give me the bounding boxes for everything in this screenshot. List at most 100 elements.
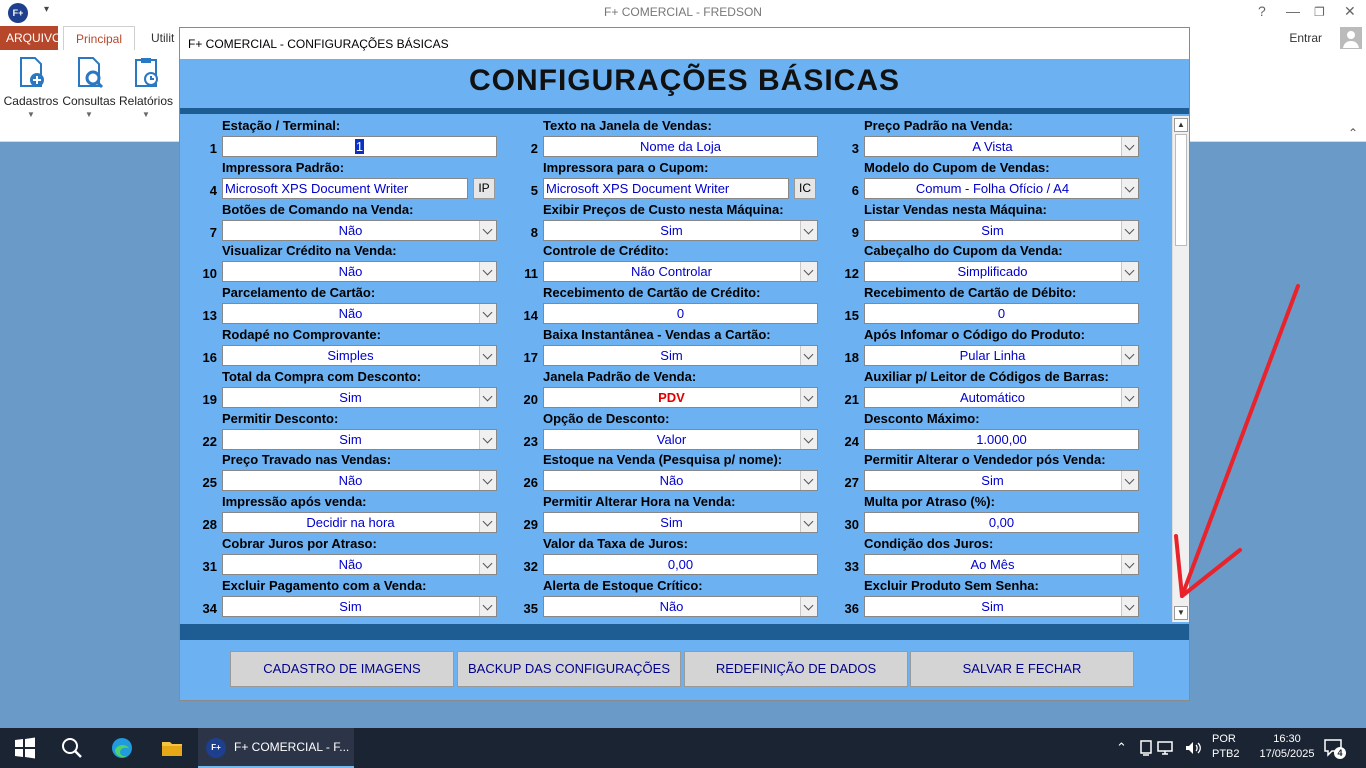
tab-utilitarios[interactable]: Utilit [145,26,180,50]
setting-select[interactable]: A Vista [864,136,1139,157]
tray-device-icon[interactable] [1139,740,1153,756]
user-avatar[interactable] [1340,27,1362,49]
chevron-down-icon[interactable] [479,387,496,407]
setting-input[interactable]: Nome da Loja [543,136,818,157]
chevron-down-icon[interactable] [1121,387,1138,407]
chevron-down-icon[interactable] [1121,178,1138,198]
clock[interactable]: 16:30 17/05/2025 [1252,733,1322,760]
setting-select[interactable]: Sim [864,219,1139,241]
taskbar-app-fcomercial[interactable]: F+ F+ COMERCIAL - F... [198,728,354,768]
file-explorer-icon[interactable] [160,736,184,760]
search-icon[interactable] [60,736,84,760]
cadastro-imagens-button[interactable]: CADASTRO DE IMAGENS [230,651,454,687]
setting-select[interactable]: Comum - Folha Ofício / A4 [864,177,1139,199]
chevron-down-icon[interactable] [479,555,496,574]
setting-select[interactable]: Sim [222,386,497,408]
setting-select[interactable]: Ao Mês [864,554,1139,575]
minimize-icon[interactable]: — [1286,3,1300,19]
setting-select[interactable]: Não [222,219,497,241]
setting-select[interactable]: Não [222,470,497,492]
printer-select-button[interactable]: IC [794,177,816,199]
tab-arquivo[interactable]: ARQUIVO [0,26,61,50]
scrollbar-thumb[interactable] [1175,134,1187,246]
relatorios-button[interactable]: Relatórios ▼ [117,54,175,134]
salvar-fechar-button[interactable]: SALVAR E FECHAR [910,651,1134,687]
tray-chevron-up-icon[interactable]: ⌃ [1116,740,1127,756]
setting-select[interactable]: Sim [222,595,497,617]
chevron-down-icon[interactable] [800,220,817,240]
chevron-down-icon[interactable] [1121,137,1138,156]
setting-select[interactable]: Pular Linha [864,345,1139,366]
setting-select[interactable]: Simples [222,345,497,366]
chevron-down-icon[interactable] [800,513,817,533]
chevron-down-icon[interactable] [800,429,817,449]
chevron-down-icon[interactable] [479,346,496,365]
setting-select[interactable]: Decidir na hora [222,512,497,534]
collapse-ribbon-icon[interactable]: ⌃ [1348,126,1358,140]
scroll-up-icon[interactable]: ▲ [1174,118,1188,132]
chevron-down-icon[interactable] [479,304,496,324]
chevron-down-icon[interactable] [1121,471,1138,491]
volume-icon[interactable] [1184,740,1202,756]
setting-input[interactable]: 1 [222,136,497,157]
setting-select[interactable]: Sim [864,470,1139,492]
chevron-down-icon[interactable] [800,596,817,616]
setting-label: Condição dos Juros: [864,536,994,551]
backup-configuracoes-button[interactable]: BACKUP DAS CONFIGURAÇÕES [457,651,681,687]
chevron-down-icon[interactable] [479,471,496,491]
setting-field-30: Multa por Atraso (%): 30 0,00 [822,490,1142,534]
help-icon[interactable]: ? [1258,3,1266,19]
chevron-down-icon[interactable] [1121,596,1138,616]
printer-input[interactable]: Microsoft XPS Document Writer [222,177,468,199]
chevron-down-icon[interactable] [1121,220,1138,240]
setting-input[interactable]: 0,00 [864,512,1139,534]
chevron-down-icon[interactable] [479,429,496,449]
setting-label: Estação / Terminal: [222,118,341,133]
printer-input[interactable]: Microsoft XPS Document Writer [543,177,789,199]
setting-input[interactable]: 0 [543,303,818,325]
chevron-down-icon[interactable] [1121,262,1138,282]
chevron-down-icon[interactable] [479,220,496,240]
chevron-down-icon[interactable] [479,262,496,282]
setting-input[interactable]: 0,00 [543,554,818,575]
setting-select[interactable]: Sim [543,345,818,366]
setting-select[interactable]: Valor [543,428,818,450]
relatorios-icon [135,58,158,87]
chevron-down-icon[interactable] [800,262,817,282]
setting-select[interactable]: Não [222,554,497,575]
setting-select[interactable]: Não [222,261,497,283]
sign-in-link[interactable]: Entrar [1289,31,1322,45]
redefinicao-dados-button[interactable]: REDEFINIÇÃO DE DADOS [684,651,908,687]
setting-number: 34 [202,600,217,616]
setting-select[interactable]: Não [543,595,818,617]
setting-select[interactable]: Sim [543,219,818,241]
language-indicator[interactable]: POR PTB2 [1212,733,1240,760]
setting-select[interactable]: Automático [864,386,1139,408]
close-icon[interactable]: ✕ [1344,3,1356,20]
printer-select-button[interactable]: IP [473,177,495,199]
consultas-button[interactable]: Consultas ▼ [60,54,118,134]
chevron-down-icon[interactable] [800,471,817,491]
tab-principal[interactable]: Principal [63,26,135,50]
network-icon[interactable] [1157,741,1173,755]
restore-icon[interactable]: ❐ [1314,5,1325,19]
setting-select[interactable]: Não [543,470,818,492]
setting-input[interactable]: 1.000,00 [864,428,1139,450]
setting-select[interactable]: Não Controlar [543,261,818,283]
chevron-down-icon[interactable] [1121,555,1138,574]
cadastros-button[interactable]: Cadastros ▼ [2,54,60,134]
edge-browser-icon[interactable] [110,736,134,760]
windows-start-icon[interactable] [13,736,37,760]
chevron-down-icon[interactable] [479,596,496,616]
setting-select[interactable]: Não [222,303,497,325]
chevron-down-icon[interactable] [479,513,496,533]
setting-select[interactable]: Sim [543,512,818,534]
setting-select[interactable]: Sim [864,595,1139,617]
chevron-down-icon[interactable] [1121,346,1138,365]
chevron-down-icon[interactable] [800,346,817,365]
setting-select[interactable]: PDV [543,386,818,408]
setting-input[interactable]: 0 [864,303,1139,325]
chevron-down-icon[interactable] [800,387,817,407]
setting-select[interactable]: Simplificado [864,261,1139,283]
setting-select[interactable]: Sim [222,428,497,450]
